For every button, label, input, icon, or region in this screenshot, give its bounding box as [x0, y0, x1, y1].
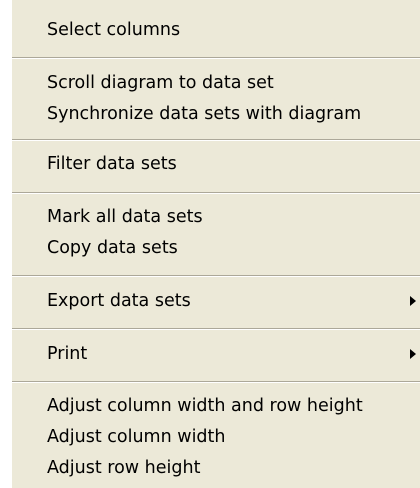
menu-item-synchronize-data-sets[interactable]: Synchronize data sets with diagram [12, 97, 420, 131]
menu-item-mark-all-data-sets[interactable]: Mark all data sets [12, 200, 420, 234]
menu-item-label: Filter data sets [47, 154, 177, 174]
menu-item-select-columns[interactable]: Select columns [12, 13, 420, 47]
submenu-arrow-icon [410, 337, 420, 371]
menu-separator [12, 328, 420, 330]
menu-item-adjust-row-height[interactable]: Adjust row height [12, 451, 420, 485]
menu-item-label: Mark all data sets [47, 207, 203, 227]
menu-separator [12, 275, 420, 277]
menu-item-adjust-column-width[interactable]: Adjust column width [12, 420, 420, 454]
menu-item-export-data-sets[interactable]: Export data sets [12, 284, 420, 318]
menu-item-label: Print [47, 344, 88, 364]
context-menu: Select columns Scroll diagram to data se… [0, 0, 420, 488]
menu-item-filter-data-sets[interactable]: Filter data sets [12, 147, 420, 181]
menu-item-scroll-diagram-to-data-set[interactable]: Scroll diagram to data set [12, 66, 420, 100]
menu-item-label: Select columns [47, 20, 181, 40]
menu-item-print[interactable]: Print [12, 337, 420, 371]
menu-separator [12, 57, 420, 59]
menu-item-label: Adjust column width [47, 427, 226, 447]
menu-item-label: Scroll diagram to data set [47, 73, 274, 93]
menu-item-label: Synchronize data sets with diagram [47, 104, 362, 124]
menu-separator [12, 139, 420, 141]
menu-item-label: Adjust column width and row height [47, 396, 363, 416]
menu-separator [12, 381, 420, 383]
menu-separator [12, 192, 420, 194]
menu-item-label: Copy data sets [47, 238, 178, 258]
menu-item-adjust-column-width-and-row-height[interactable]: Adjust column width and row height [12, 389, 420, 423]
menu-item-label: Adjust row height [47, 458, 201, 478]
submenu-arrow-icon [410, 284, 420, 318]
menu-item-label: Export data sets [47, 291, 191, 311]
menu-item-copy-data-sets[interactable]: Copy data sets [12, 231, 420, 265]
